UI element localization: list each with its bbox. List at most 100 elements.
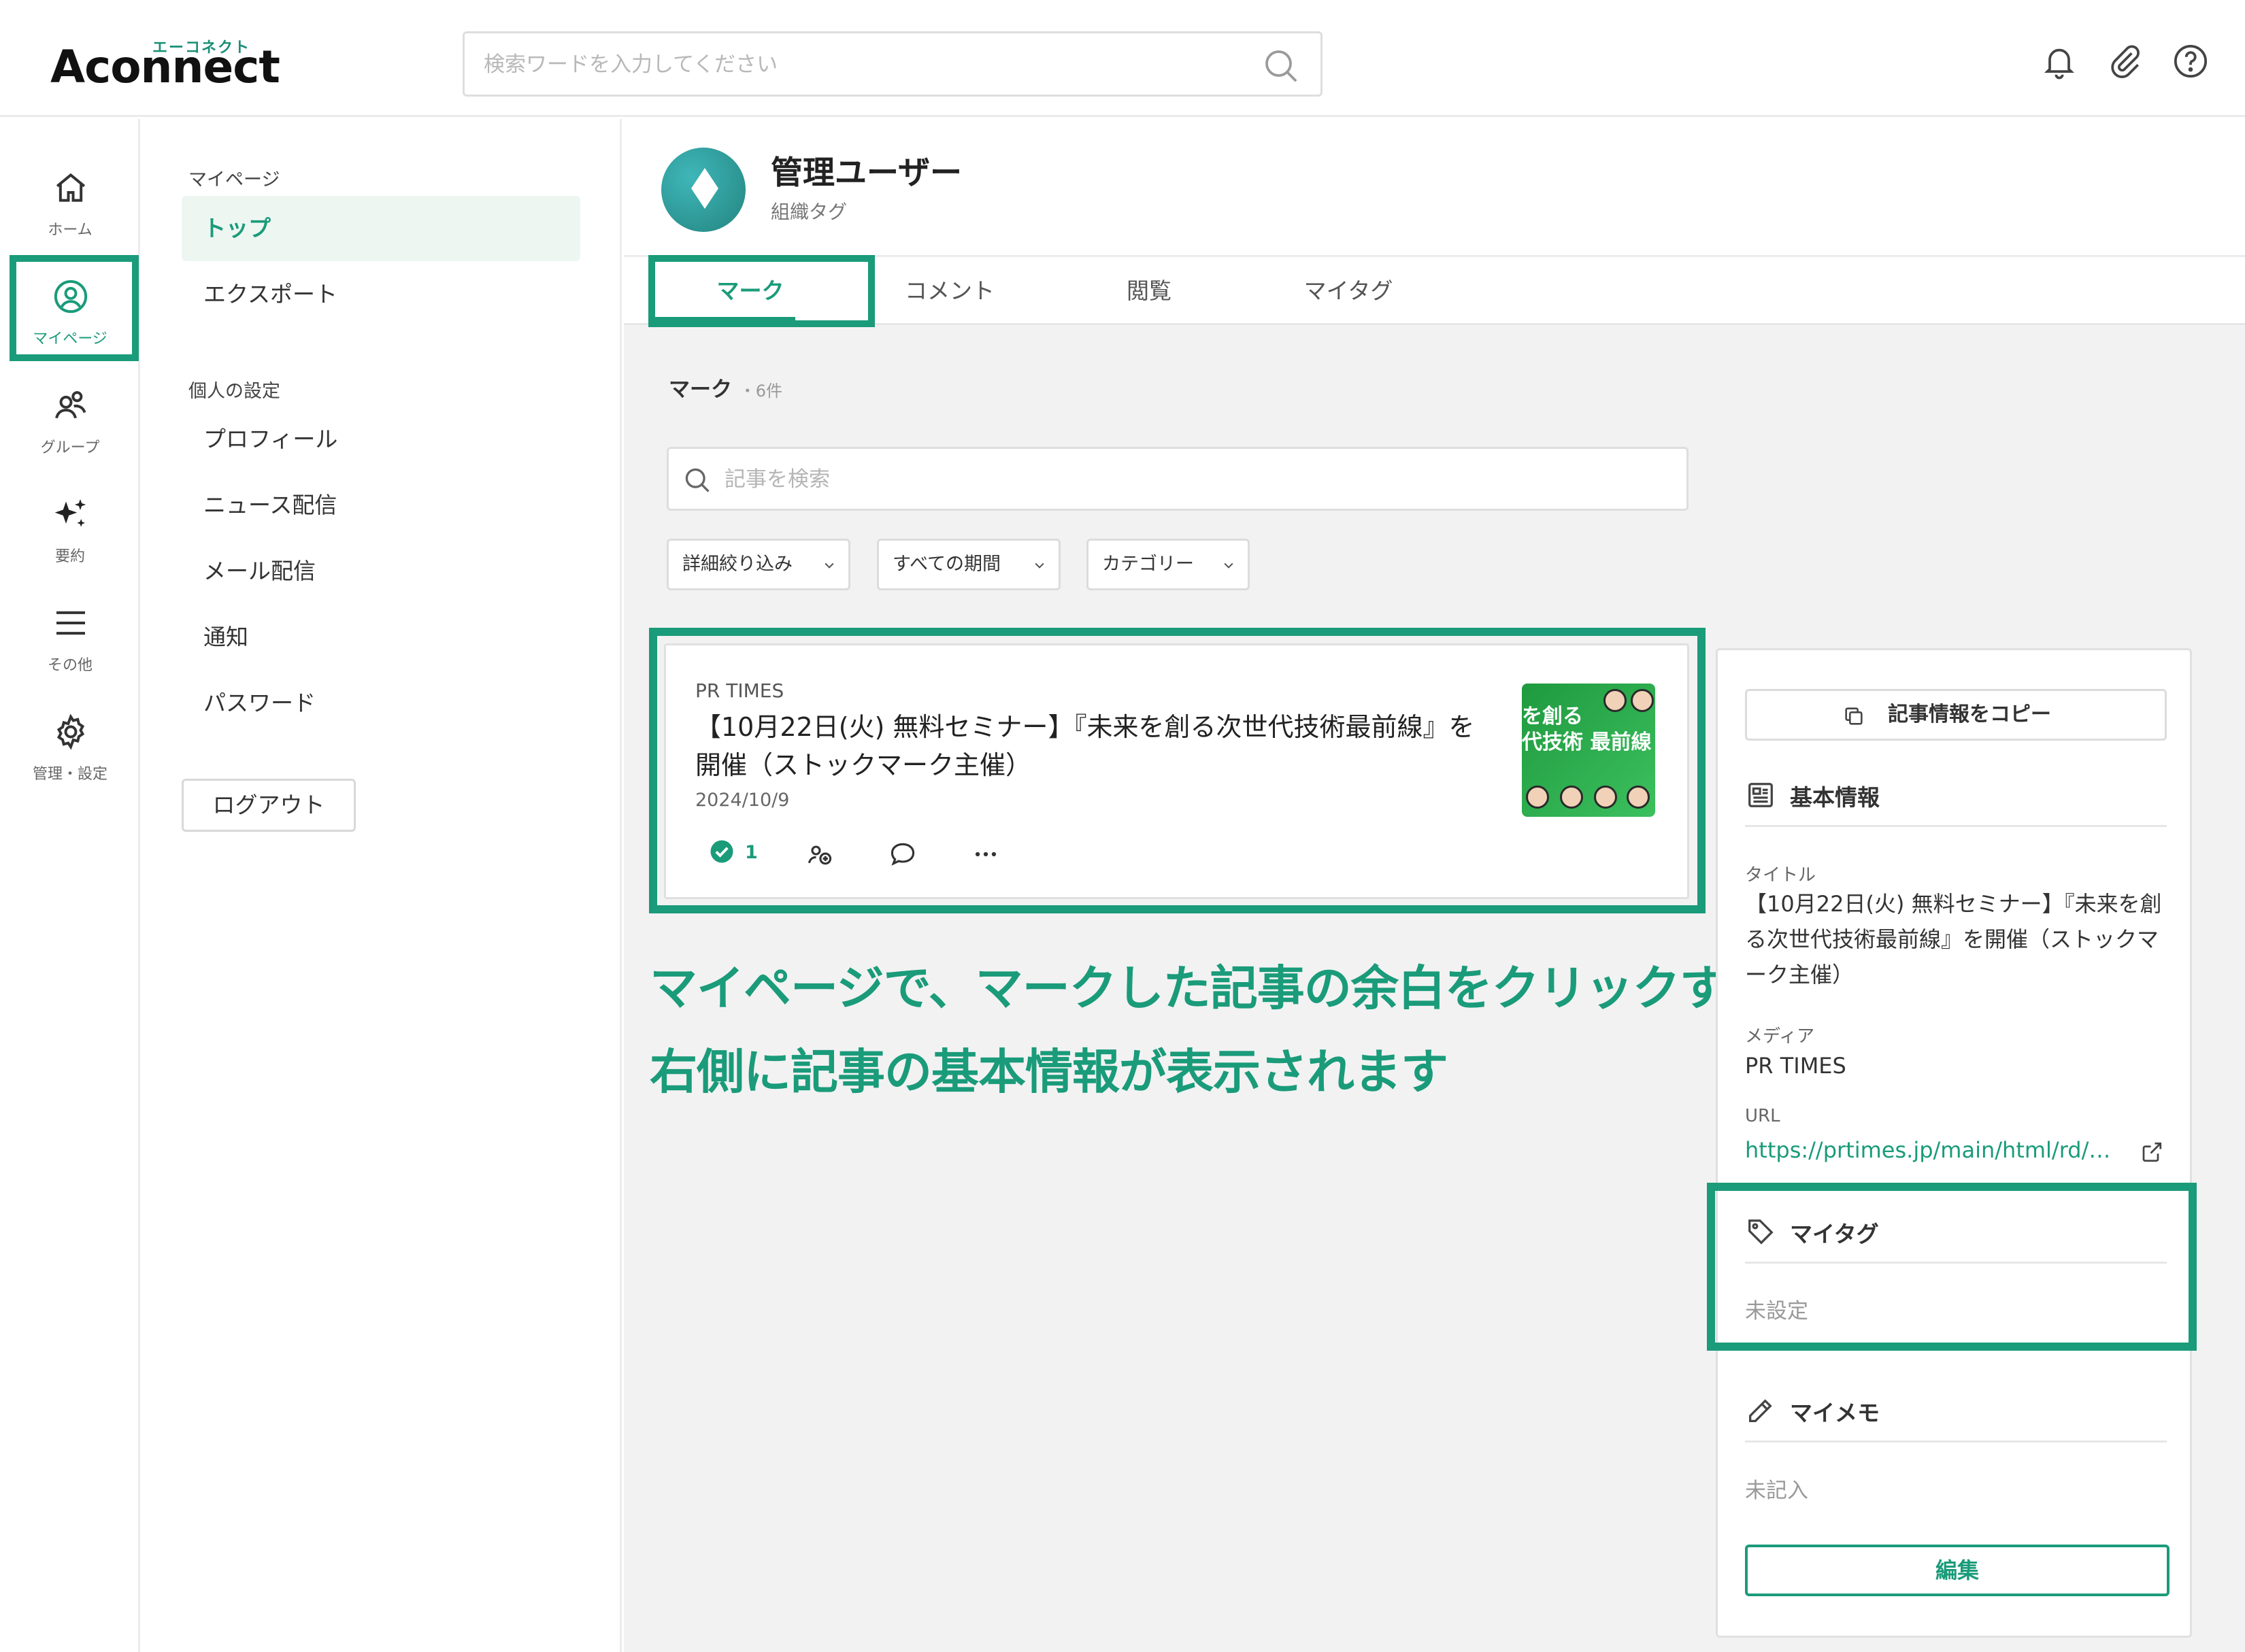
media-label: メディア xyxy=(1745,1026,1815,1047)
chevron-down-icon xyxy=(1224,562,1233,569)
filter-detail-label: 詳細絞り込み xyxy=(682,554,793,575)
mytag-highlight-frame xyxy=(1707,1183,2197,1351)
rail-label-settings: 管理・設定 xyxy=(32,766,107,783)
copy-article-info-button[interactable]: 記事情報をコピー xyxy=(1745,689,2167,741)
rail-label-home: ホーム xyxy=(48,222,93,239)
thumbnail-line-1: を創る xyxy=(1522,705,1583,728)
rail-label-other: その他 xyxy=(47,657,93,674)
basic-info-heading: 基本情報 xyxy=(1745,773,2167,827)
instruction-caption-line1: マイページで、マークした記事の余白をクリックすると xyxy=(650,960,1821,1016)
subnav-item-top[interactable]: トップ xyxy=(182,196,580,261)
list-count: ・6件 xyxy=(739,382,783,401)
global-search-input[interactable] xyxy=(484,46,1232,84)
global-search xyxy=(463,31,1323,97)
comment-icon[interactable] xyxy=(888,839,918,869)
search-icon xyxy=(685,468,710,492)
thumbnail-face xyxy=(1560,786,1583,809)
article-media: PR TIMES xyxy=(695,679,784,702)
basic-info-heading-label: 基本情報 xyxy=(1790,784,1880,811)
share-group-icon[interactable] xyxy=(805,839,835,869)
article-card[interactable]: PR TIMES 【10月22日(火) 無料セミナー】『未来を創る次世代技術最前… xyxy=(664,643,1689,899)
home-icon xyxy=(56,173,86,202)
subnav-section-personal: 個人の設定 xyxy=(188,381,280,402)
tab-mytag[interactable]: マイタグ xyxy=(1249,257,1448,325)
mymemo-heading: マイメモ xyxy=(1745,1388,2167,1443)
filter-category-label: カテゴリー xyxy=(1102,554,1194,575)
check-circle-icon xyxy=(710,840,733,863)
mypage-subnav: マイページ トップ エクスポート 個人の設定 プロフィール ニュース配信 メール… xyxy=(142,119,622,1652)
thumbnail-line-2: 代技術 最前線 xyxy=(1522,730,1652,754)
article-thumbnail[interactable]: を創る 代技術 最前線 xyxy=(1522,684,1655,817)
media-value: PR TIMES xyxy=(1745,1053,1846,1079)
mymemo-heading-label: マイメモ xyxy=(1790,1400,1880,1426)
subnav-item-mail[interactable]: メール配信 xyxy=(182,539,580,604)
group-icon xyxy=(55,391,86,419)
subnav-item-password[interactable]: パスワード xyxy=(182,671,580,736)
tab-viewed[interactable]: 閲覧 xyxy=(1050,257,1248,325)
menu-icon xyxy=(56,611,85,635)
title-label: タイトル xyxy=(1745,865,1816,886)
profile-header: 管理ユーザー 組織タグ xyxy=(624,119,2245,255)
rail-label-group: グループ xyxy=(40,439,100,456)
document-icon xyxy=(1748,783,1773,807)
subnav-item-export[interactable]: エクスポート xyxy=(182,262,580,327)
url-link[interactable]: https://prtimes.jp/main/html/rd/… xyxy=(1745,1132,2167,1168)
more-icon[interactable] xyxy=(971,839,1001,869)
filter-detail-dropdown[interactable]: 詳細絞り込み xyxy=(667,539,850,590)
mark-count: 1 xyxy=(745,842,758,863)
title-value: 【10月22日(火) 無料セミナー】『未来を創る次世代技術最前線』を開催（ストッ… xyxy=(1745,891,2162,988)
subnav-item-profile[interactable]: プロフィール xyxy=(182,407,580,472)
rail-item-group[interactable]: グループ xyxy=(0,374,140,476)
article-search-input[interactable] xyxy=(725,460,1663,499)
filter-period-label: すべての期間 xyxy=(893,554,1001,575)
instruction-caption-line2: 右側に記事の基本情報が表示されます xyxy=(650,1044,1448,1100)
chevron-down-icon xyxy=(825,562,834,569)
bell-icon[interactable] xyxy=(2040,42,2078,80)
edit-button[interactable]: 編集 xyxy=(1745,1545,2169,1596)
gear-icon xyxy=(56,713,85,750)
app-header: エーコネクト Aconnect xyxy=(0,0,2245,117)
article-date: 2024/10/9 xyxy=(695,790,790,811)
mypage-highlight-frame xyxy=(10,255,139,361)
list-heading: マーク ・6件 xyxy=(669,372,782,403)
org-tag: 組織タグ xyxy=(771,201,848,223)
tab-comment[interactable]: コメント xyxy=(850,257,1049,325)
chevron-down-icon xyxy=(1035,562,1044,569)
list-heading-label: マーク xyxy=(669,377,732,402)
filter-period-dropdown[interactable]: すべての期間 xyxy=(877,539,1061,590)
subnav-item-news[interactable]: ニュース配信 xyxy=(182,473,580,538)
article-search xyxy=(667,447,1689,511)
avatar xyxy=(661,148,746,232)
filter-category-dropdown[interactable]: カテゴリー xyxy=(1086,539,1250,590)
paperclip-icon[interactable] xyxy=(2106,42,2144,80)
rail-label-summary: 要約 xyxy=(54,548,85,565)
mark-tab-highlight-frame xyxy=(648,255,875,327)
user-name: 管理ユーザー xyxy=(771,154,963,192)
thumbnail-face xyxy=(1603,689,1627,712)
mymemo-value: 未記入 xyxy=(1745,1479,1808,1503)
subnav-item-notify[interactable]: 通知 xyxy=(182,605,580,670)
pencil-icon xyxy=(1749,1399,1772,1422)
subnav-section-mypage: マイページ xyxy=(188,169,280,190)
thumbnail-face xyxy=(1526,786,1549,809)
rail-item-settings[interactable]: 管理・設定 xyxy=(0,701,140,803)
url-label: URL xyxy=(1745,1106,1780,1126)
article-title[interactable]: 【10月22日(火) 無料セミナー】『未来を創る次世代技術最前線』を開催（ストッ… xyxy=(695,708,1478,784)
rail-item-other[interactable]: その他 xyxy=(0,592,140,694)
sparkle-icon xyxy=(54,499,86,527)
thumbnail-face xyxy=(1631,689,1654,712)
mark-button[interactable]: 1 xyxy=(710,839,758,869)
thumbnail-face xyxy=(1627,786,1650,809)
article-detail-panel: 記事情報をコピー 基本情報 タイトル 【10月22日(火) 無料セミナー】『未来… xyxy=(1716,648,2192,1638)
rail-item-summary[interactable]: 要約 xyxy=(0,483,140,585)
copy-button-label: 記事情報をコピー xyxy=(1888,703,2051,726)
thumbnail-text: を創る 代技術 最前線 xyxy=(1522,704,1651,756)
help-icon[interactable] xyxy=(2172,42,2210,80)
copy-icon xyxy=(1845,707,1863,725)
logout-button[interactable]: ログアウト xyxy=(182,779,356,832)
search-icon[interactable] xyxy=(1262,47,1300,85)
thumbnail-face xyxy=(1594,786,1617,809)
logo-wordmark: Aconnect xyxy=(50,41,280,93)
rail-item-home[interactable]: ホーム xyxy=(0,156,140,258)
external-link-icon[interactable] xyxy=(2140,1140,2164,1164)
